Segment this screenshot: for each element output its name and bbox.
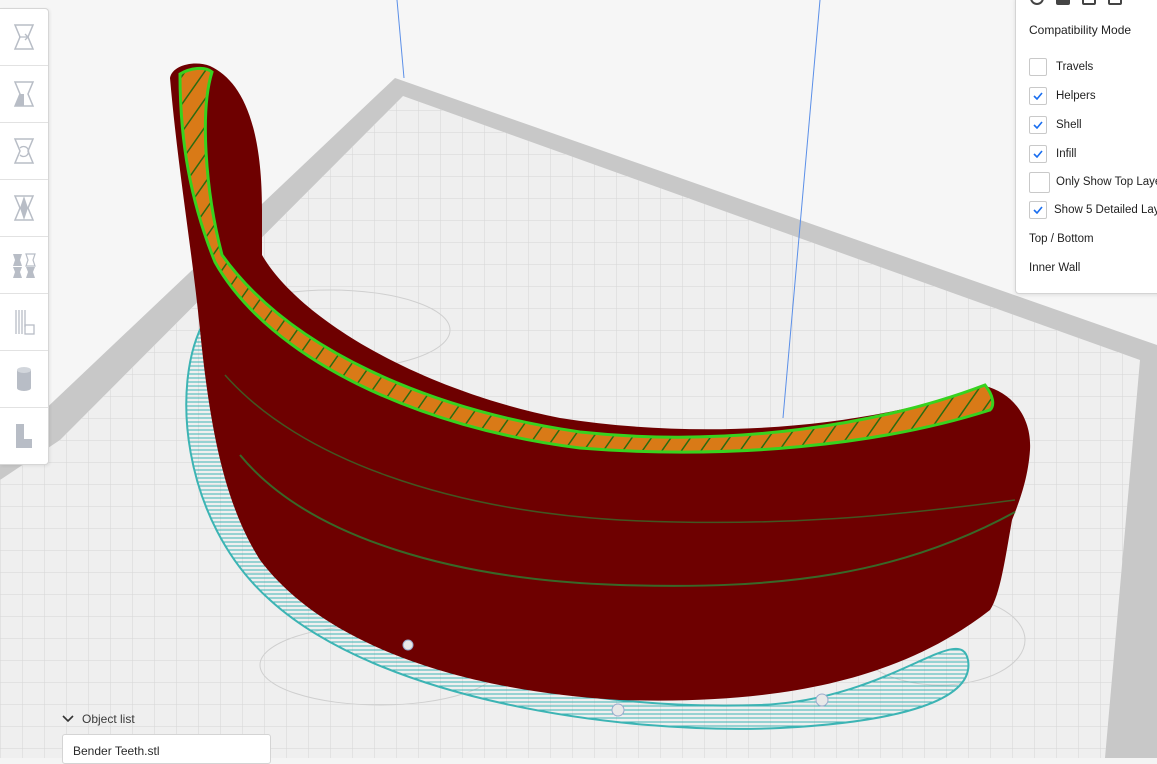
compatibility-mode-label: Compatibility Mode (1029, 23, 1132, 37)
brim-tab-1 (402, 639, 414, 651)
only-show-top-layers-label: Only Show Top Layers (1056, 176, 1157, 188)
helpers-checkbox[interactable] (1029, 87, 1047, 105)
object-list-panel: Bender Teeth.stl (62, 734, 271, 764)
brim-tab-2 (611, 703, 625, 717)
checkmark-icon (1033, 150, 1043, 158)
object-list-header: Object list (82, 712, 135, 726)
custom-tool-button[interactable] (0, 408, 48, 464)
checkmark-icon (1033, 121, 1043, 129)
view-settings-panel: Compatibility Mode Travels Helpers Shell… (1015, 0, 1157, 294)
infill-checkbox[interactable] (1029, 145, 1047, 163)
support-blocker-button[interactable] (0, 294, 48, 351)
infill-label: Infill (1056, 148, 1077, 160)
legend-top-bottom: Top / Bottom (1029, 233, 1094, 245)
only-show-top-layers-option[interactable]: Only Show Top Layers (1029, 171, 1157, 193)
only-show-top-layers-checkbox[interactable] (1029, 171, 1050, 193)
view-mode-icons (1030, 0, 1122, 5)
rotate-icon (13, 138, 35, 164)
travels-checkbox[interactable] (1029, 58, 1047, 76)
infill-option[interactable]: Infill (1029, 144, 1076, 164)
cylinder-icon (17, 367, 31, 391)
legend-inner-wall: Inner Wall (1029, 262, 1081, 274)
view-front-icon[interactable] (1056, 0, 1070, 5)
rotate-tool-button[interactable] (0, 123, 48, 180)
checkmark-icon (1033, 92, 1043, 100)
object-list-item[interactable]: Bender Teeth.stl (73, 744, 160, 758)
cylinder-tool-button[interactable] (0, 351, 48, 408)
per-model-settings-icon (13, 253, 36, 278)
shell-label: Shell (1056, 119, 1082, 131)
helpers-option[interactable]: Helpers (1029, 86, 1096, 106)
show-detailed-layers-option[interactable]: Show 5 Detailed Layers On Top (1029, 200, 1157, 220)
travels-label: Travels (1056, 61, 1094, 73)
move-tool-button[interactable] (0, 9, 48, 66)
travels-option[interactable]: Travels (1029, 57, 1093, 77)
left-toolbar (0, 8, 49, 465)
view-top-icon[interactable] (1082, 0, 1096, 5)
scale-icon (13, 81, 35, 107)
mirror-icon (13, 195, 35, 221)
brim-tab-3 (815, 693, 829, 707)
shell-checkbox[interactable] (1029, 116, 1047, 134)
custom-shape-icon (16, 424, 32, 448)
scale-tool-button[interactable] (0, 66, 48, 123)
checkmark-icon (1033, 206, 1043, 214)
object-list-toggle[interactable]: Object list (62, 712, 135, 726)
view-3d-icon[interactable] (1030, 0, 1044, 5)
support-blocker-icon (15, 310, 35, 335)
view-side-icon[interactable] (1108, 0, 1122, 5)
helpers-label: Helpers (1056, 90, 1096, 102)
show-detailed-layers-checkbox[interactable] (1029, 201, 1047, 219)
3d-viewport[interactable] (0, 0, 1157, 758)
show-detailed-layers-label: Show 5 Detailed Layers On Top (1054, 204, 1157, 216)
move-icon (13, 24, 35, 50)
shell-option[interactable]: Shell (1029, 115, 1082, 135)
chevron-down-icon (62, 715, 74, 723)
per-model-settings-button[interactable] (0, 237, 48, 294)
mirror-tool-button[interactable] (0, 180, 48, 237)
